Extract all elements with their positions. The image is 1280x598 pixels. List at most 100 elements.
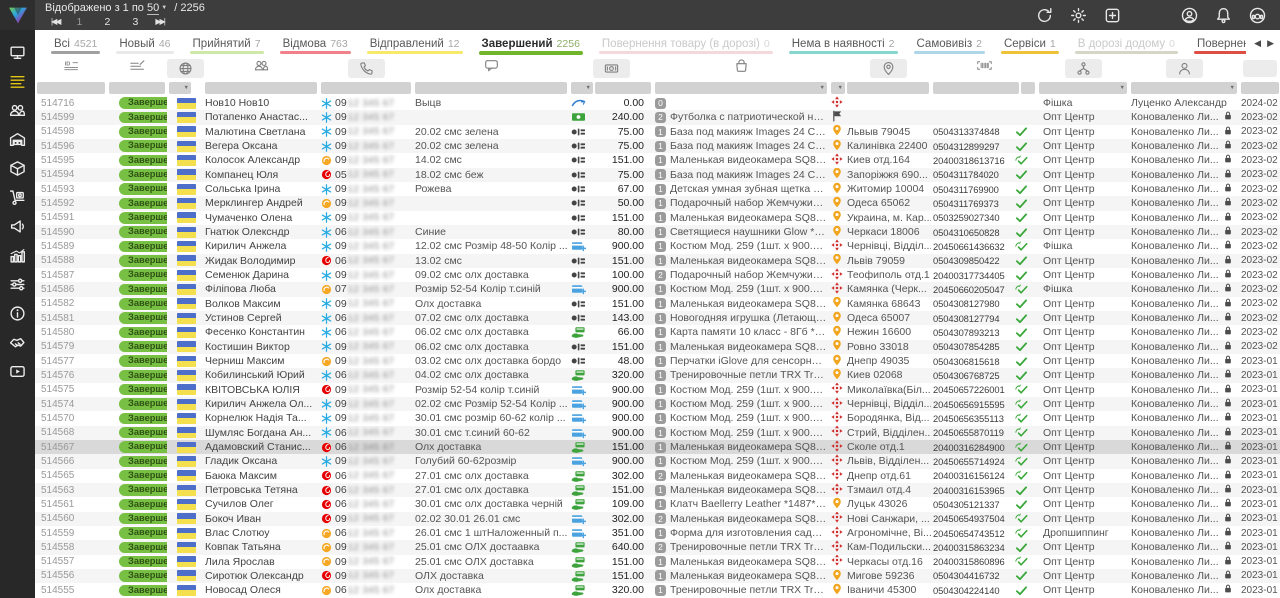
table-row[interactable]: 514565ЗавершенийБаюка Максим0612 345 672… bbox=[35, 469, 1280, 483]
manager-person-icon[interactable] bbox=[1166, 59, 1203, 78]
table-row[interactable]: 514579ЗавершенийКостишин Виктор0912 345 … bbox=[35, 340, 1280, 354]
globe-icon[interactable] bbox=[167, 59, 204, 78]
table-row[interactable]: 514559ЗавершенийВлас Слотюу0612 345 6726… bbox=[35, 526, 1280, 540]
table-row[interactable]: 514560ЗавершенийБокоч Иван0912 345 6702.… bbox=[35, 512, 1280, 526]
table-row[interactable]: 514555ЗавершенийНовосад Олеся0612 345 67… bbox=[35, 583, 1280, 597]
filter-input-fulfillment[interactable]: ▼ bbox=[1039, 82, 1127, 94]
status-column-icon[interactable] bbox=[130, 58, 145, 78]
products-bag-icon[interactable] bbox=[734, 58, 749, 78]
settings-gear-icon[interactable] bbox=[1070, 7, 1087, 24]
table-row[interactable]: 514580ЗавершенийФесенко Константин0612 3… bbox=[35, 325, 1280, 339]
page-size-dropdown[interactable]: 50 bbox=[147, 2, 159, 15]
table-row[interactable]: 514575ЗавершенийКВІТОВСЬКА ЮЛІЯ0912 345 … bbox=[35, 383, 1280, 397]
table-row[interactable]: 514588ЗавершенийЖидак Володимир0612 345 … bbox=[35, 254, 1280, 268]
chevron-down-icon[interactable]: ▼ bbox=[161, 5, 167, 11]
tabs-scroll-right-icon[interactable]: ▶ bbox=[1267, 38, 1274, 49]
filter-input-products[interactable]: ▼ bbox=[655, 82, 827, 94]
id-column-icon[interactable]: ID bbox=[64, 58, 79, 78]
table-row[interactable]: 514568ЗавершенийШумляс Богдана Ан...0612… bbox=[35, 426, 1280, 440]
sidebar-item-products-cube[interactable] bbox=[5, 158, 31, 178]
table-row[interactable]: 514716ЗавершенийНов10 Нов100912 345 67Вы… bbox=[35, 96, 1280, 110]
support-headset-icon[interactable] bbox=[1249, 7, 1266, 24]
table-row[interactable]: 514582ЗавершенийВолков Максим0912 345 67… bbox=[35, 297, 1280, 311]
order-status-tab-6[interactable]: Повернення товару (в дорозі)0 bbox=[591, 30, 781, 57]
table-row[interactable]: 514589ЗавершенийКирилич Анжела0912 345 6… bbox=[35, 239, 1280, 253]
table-row[interactable]: 514593ЗавершенийСольська Ірина0912 345 6… bbox=[35, 182, 1280, 196]
filter-input-comment[interactable] bbox=[415, 82, 567, 94]
table-row[interactable]: 514558ЗавершенийКовпак Татьяна0912 345 6… bbox=[35, 540, 1280, 554]
page-button-1[interactable]: 1 bbox=[65, 16, 93, 28]
filter-input-status[interactable] bbox=[109, 82, 165, 94]
order-status-tab-0[interactable]: Всі4521 bbox=[43, 30, 108, 57]
order-status-tab-4[interactable]: Відправлений12 bbox=[359, 30, 471, 57]
clients-icon[interactable] bbox=[254, 58, 269, 78]
table-row[interactable]: 514561ЗавершенийСучилов Олег0612 345 673… bbox=[35, 497, 1280, 511]
filter-input-manager[interactable]: ▼ bbox=[1131, 82, 1237, 94]
table-row[interactable]: 514581ЗавершенийУстинов Сергей0612 345 6… bbox=[35, 311, 1280, 325]
first-page-icon[interactable]: |◀◀ bbox=[45, 16, 65, 28]
money-icon[interactable] bbox=[593, 59, 630, 78]
filter-input-payment[interactable] bbox=[595, 82, 651, 94]
order-status-tab-1[interactable]: Новый46 bbox=[108, 30, 181, 57]
sidebar-item-partners-handshake[interactable] bbox=[5, 332, 31, 352]
sidebar-item-orders-list[interactable] bbox=[5, 71, 31, 91]
table-row[interactable]: 514595ЗавершенийКолосок Александр0912 34… bbox=[35, 153, 1280, 167]
refresh-icon[interactable] bbox=[1036, 7, 1053, 24]
filter-input-payment[interactable]: ▼ bbox=[571, 82, 593, 94]
sidebar-item-customers[interactable] bbox=[5, 100, 31, 120]
table-row[interactable]: 514577ЗавершенийЧерниш Максим0912 345 67… bbox=[35, 354, 1280, 368]
table-row[interactable]: 514586ЗавершенийФіліпова Люба0712 345 67… bbox=[35, 282, 1280, 296]
notifications-bell-icon[interactable] bbox=[1215, 7, 1232, 24]
sidebar-item-marketing-megaphone[interactable] bbox=[5, 216, 31, 236]
table-row[interactable]: 514592ЗавершенийМерклингер Андрей0912 34… bbox=[35, 196, 1280, 210]
page-button-3[interactable]: 3 bbox=[121, 16, 149, 28]
sidebar-item-statistics-chart[interactable] bbox=[5, 245, 31, 265]
sidebar-item-video-tutorials[interactable] bbox=[5, 361, 31, 381]
table-row[interactable]: 514587ЗавершенийСеменюк Дарина0912 345 6… bbox=[35, 268, 1280, 282]
column-header-box[interactable] bbox=[1243, 60, 1277, 77]
table-row[interactable]: 514563ЗавершенийПетровська Тетяна0612 34… bbox=[35, 483, 1280, 497]
table-row[interactable]: 514570ЗавершенийКорнелюк Надія Та...0912… bbox=[35, 411, 1280, 425]
location-icon[interactable] bbox=[870, 59, 907, 78]
table-row[interactable]: 514591ЗавершенийЧумаченко Олена0912 345 … bbox=[35, 211, 1280, 225]
sidebar-item-desktop[interactable] bbox=[5, 42, 31, 62]
last-page-icon[interactable]: ▶▶| bbox=[149, 16, 169, 28]
barcode-icon[interactable] bbox=[977, 58, 992, 78]
table-row[interactable]: 514598ЗавершенийМалютина Светлана0912 34… bbox=[35, 125, 1280, 139]
page-button-2[interactable]: 2 bbox=[93, 16, 121, 28]
table-row[interactable]: 514599ЗавершенийПотапенко Анастас...0912… bbox=[35, 110, 1280, 124]
fulfillment-tree-icon[interactable] bbox=[1065, 59, 1102, 78]
filter-input-client[interactable] bbox=[205, 82, 317, 94]
order-status-tab-5[interactable]: Завершений2256 bbox=[471, 30, 591, 57]
order-status-tab-7[interactable]: Нема в наявності2 bbox=[781, 30, 906, 57]
app-logo-icon[interactable] bbox=[0, 0, 35, 30]
filter-input-phone[interactable] bbox=[321, 82, 411, 94]
sidebar-item-settings-sliders[interactable] bbox=[5, 274, 31, 294]
order-status-tab-10[interactable]: В дорозі додому0 bbox=[1067, 30, 1186, 57]
table-row[interactable]: 514596ЗавершенийВегера Оксана0912 345 67… bbox=[35, 139, 1280, 153]
table-row[interactable]: 514566ЗавершенийГладик Оксана0912 345 67… bbox=[35, 454, 1280, 468]
table-row[interactable]: 514557ЗавершенийЛила Ярослав0912 345 672… bbox=[35, 555, 1280, 569]
table-row[interactable]: 514590ЗавершенийГнатюк Олексндр0612 345 … bbox=[35, 225, 1280, 239]
order-status-tab-3[interactable]: Відмова763 bbox=[272, 30, 359, 57]
filter-input-ttn[interactable] bbox=[933, 82, 1019, 94]
phone-icon[interactable] bbox=[348, 59, 385, 78]
comment-icon[interactable] bbox=[484, 58, 499, 78]
filter-input-country[interactable]: ▼ bbox=[169, 82, 191, 94]
add-order-icon[interactable] bbox=[1104, 7, 1121, 24]
table-row[interactable]: 514576ЗавершенийКобилинський Юрий0612 34… bbox=[35, 368, 1280, 382]
sidebar-item-warehouse[interactable] bbox=[5, 129, 31, 149]
filter-input-delivery[interactable]: ▼ bbox=[831, 82, 845, 94]
sidebar-item-info[interactable] bbox=[5, 303, 31, 323]
filter-input-id[interactable] bbox=[37, 82, 105, 94]
filter-input-city[interactable] bbox=[847, 82, 929, 94]
filter-input-ttn[interactable] bbox=[1021, 82, 1035, 94]
order-status-tab-2[interactable]: Прийнятий7 bbox=[182, 30, 272, 57]
order-status-tab-9[interactable]: Сервіси1 bbox=[993, 30, 1067, 57]
table-row[interactable]: 514574ЗавершенийКирилич Анжела Ол...0912… bbox=[35, 397, 1280, 411]
user-avatar-icon[interactable] bbox=[1181, 7, 1198, 24]
sidebar-item-dropship-trolley[interactable] bbox=[5, 187, 31, 207]
table-row[interactable]: 514567ЗавершенийАдамовский Станис...0612… bbox=[35, 440, 1280, 454]
table-row[interactable]: 514556ЗавершенийСиротюк Олександр0912 34… bbox=[35, 569, 1280, 583]
tabs-scroll-left-icon[interactable]: ◀ bbox=[1254, 38, 1261, 49]
